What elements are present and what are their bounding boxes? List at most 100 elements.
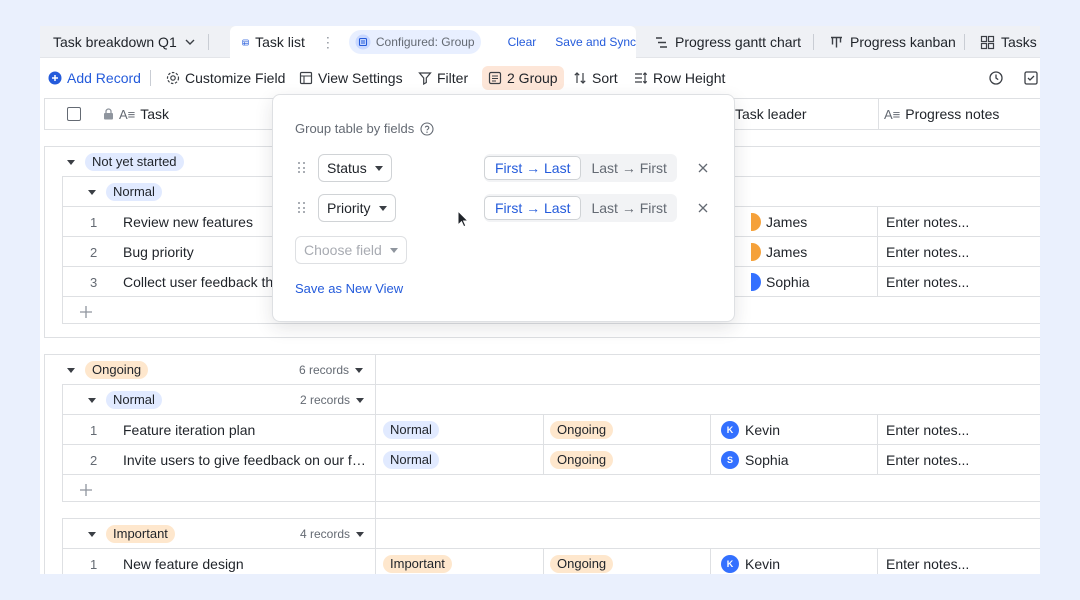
collapse-caret-icon[interactable] <box>67 367 75 373</box>
table-row[interactable]: 2 Invite users to give feedback on our f… <box>63 445 1040 475</box>
check-box-button[interactable] <box>1023 66 1039 90</box>
close-icon[interactable] <box>698 203 708 213</box>
tab-separator <box>208 34 209 50</box>
group-record-count[interactable]: 6 records <box>299 363 364 377</box>
status-cell[interactable]: Ongoing <box>550 555 614 573</box>
subgroup-header-normal[interactable]: Normal <box>88 177 162 207</box>
leader-cell[interactable]: Kevin <box>745 422 780 438</box>
add-record-button[interactable]: Add Record <box>48 66 141 90</box>
collapse-caret-icon[interactable] <box>88 531 96 537</box>
priority-cell[interactable]: Normal <box>383 451 439 469</box>
view-settings-button[interactable]: View Settings <box>299 66 403 90</box>
status-cell[interactable]: Ongoing <box>550 451 614 469</box>
priority-cell[interactable]: Normal <box>383 421 439 439</box>
doc-title-dropdown[interactable]: Task breakdown Q1 <box>53 26 197 58</box>
notes-cell[interactable]: Enter notes... <box>886 422 969 438</box>
subgroup-header-important[interactable]: Important <box>88 519 175 549</box>
kanban-icon <box>831 36 842 47</box>
group-field-select-status[interactable]: Status <box>318 154 392 182</box>
sort-last-to-first[interactable]: Last → First <box>581 196 676 220</box>
sort-order-toggle[interactable]: First → Last Last → First <box>484 194 677 222</box>
group-button[interactable]: 2 Group <box>482 66 564 90</box>
row-height-button[interactable]: Row Height <box>634 66 725 90</box>
task-cell[interactable]: Feature iteration plan <box>123 422 373 438</box>
collapse-caret-icon[interactable] <box>67 159 75 165</box>
leader-cell[interactable]: James <box>766 214 807 230</box>
leader-cell[interactable]: Sophia <box>745 452 789 468</box>
group-header-ongoing[interactable]: Ongoing <box>67 355 149 385</box>
leader-cell[interactable]: James <box>766 244 807 260</box>
group-field-value: Status <box>327 160 367 176</box>
sort-first-to-last[interactable]: First → Last <box>484 196 582 220</box>
close-icon[interactable] <box>698 163 708 173</box>
table-row[interactable]: 1 New feature design Important Ongoing K… <box>63 549 1040 574</box>
notes-cell[interactable]: Enter notes... <box>886 274 969 290</box>
subgroup-record-count[interactable]: 2 records <box>300 393 365 407</box>
subgroup-tag: Important <box>106 525 175 543</box>
tab-more-icon[interactable]: ⋮ <box>321 34 335 51</box>
leader-cell[interactable]: Kevin <box>745 556 780 572</box>
filter-label: Filter <box>437 70 469 86</box>
chevron-down-icon <box>356 531 365 537</box>
app-frame: Task breakdown Q1 Task list ⋮ Configured… <box>40 26 1040 574</box>
avatar: S <box>721 451 739 469</box>
status-cell[interactable]: Ongoing <box>550 421 614 439</box>
toolbar-separator <box>150 70 151 86</box>
sort-icon <box>574 72 586 84</box>
table-row[interactable]: 1 Feature iteration plan Normal Ongoing … <box>63 415 1040 445</box>
priority-cell[interactable]: Important <box>383 555 452 573</box>
choose-field-select[interactable]: Choose field <box>295 236 407 264</box>
drag-handle-icon[interactable] <box>298 202 306 214</box>
group-tag: Not yet started <box>85 153 184 171</box>
notes-cell[interactable]: Enter notes... <box>886 556 969 572</box>
save-and-sync-button[interactable]: Save and Sync <box>555 35 636 49</box>
chevron-down-icon <box>374 165 383 171</box>
subgroup-normal: Normal 2 records 1 Feature iteration pla… <box>62 384 1040 505</box>
customize-field-button[interactable]: Customize Field <box>166 66 285 90</box>
subgroup-header-normal[interactable]: Normal <box>88 385 162 415</box>
plus-icon <box>80 484 92 496</box>
view-settings-icon <box>299 71 313 85</box>
notes-cell[interactable]: Enter notes... <box>886 452 969 468</box>
history-icon <box>989 71 1003 85</box>
group-field-select-priority[interactable]: Priority <box>318 194 396 222</box>
select-all-checkbox[interactable] <box>67 99 81 129</box>
collapse-caret-icon[interactable] <box>88 397 96 403</box>
task-cell[interactable]: Invite users to give feedback on our for… <box>123 452 373 468</box>
sort-button[interactable]: Sort <box>573 66 618 90</box>
task-column-label: Task <box>140 106 170 122</box>
row-height-icon <box>635 72 648 84</box>
status-tag: Ongoing <box>550 451 614 469</box>
lock-icon <box>104 108 113 120</box>
history-button[interactable] <box>988 66 1004 90</box>
group-header-not-yet-started[interactable]: Not yet started <box>67 147 184 177</box>
add-row-button[interactable] <box>79 297 93 327</box>
collapse-caret-icon[interactable] <box>88 189 96 195</box>
add-row-button[interactable] <box>79 475 93 505</box>
task-column-header[interactable]: A≡ Task <box>103 99 169 129</box>
task-cell[interactable]: Review new features <box>123 214 273 230</box>
clear-button[interactable]: Clear <box>508 35 537 49</box>
tab-progress-gantt[interactable]: Progress gantt chart <box>654 26 801 58</box>
progress-notes-column-header[interactable]: A≡ Progress notes <box>884 99 999 129</box>
task-cell[interactable]: New feature design <box>123 556 373 572</box>
tab-task-list[interactable]: Task list ⋮ Configured: Group Clear Save… <box>230 26 636 58</box>
sort-first-to-last[interactable]: First → Last <box>484 156 582 180</box>
task-cell[interactable]: Collect user feedback thr <box>123 274 278 290</box>
tab-progress-kanban[interactable]: Progress kanban <box>829 26 956 58</box>
leader-cell[interactable]: Sophia <box>766 274 810 290</box>
priority-tag: Normal <box>383 451 439 469</box>
sort-order-toggle[interactable]: First → Last Last → First <box>484 154 677 182</box>
notes-cell[interactable]: Enter notes... <box>886 244 969 260</box>
mouse-cursor-icon <box>457 210 469 228</box>
task-cell[interactable]: Bug priority <box>123 244 273 260</box>
save-as-new-view-link[interactable]: Save as New View <box>295 281 403 296</box>
tab-tasks[interactable]: Tasks <box>980 26 1037 58</box>
subgroup-record-count[interactable]: 4 records <box>300 527 365 541</box>
task-leader-column-header[interactable]: Task leader <box>735 99 807 129</box>
drag-handle-icon[interactable] <box>298 162 306 174</box>
sort-last-to-first[interactable]: Last → First <box>581 156 676 180</box>
notes-cell[interactable]: Enter notes... <box>886 214 969 230</box>
filter-button[interactable]: Filter <box>418 66 468 90</box>
help-icon[interactable] <box>420 121 434 136</box>
